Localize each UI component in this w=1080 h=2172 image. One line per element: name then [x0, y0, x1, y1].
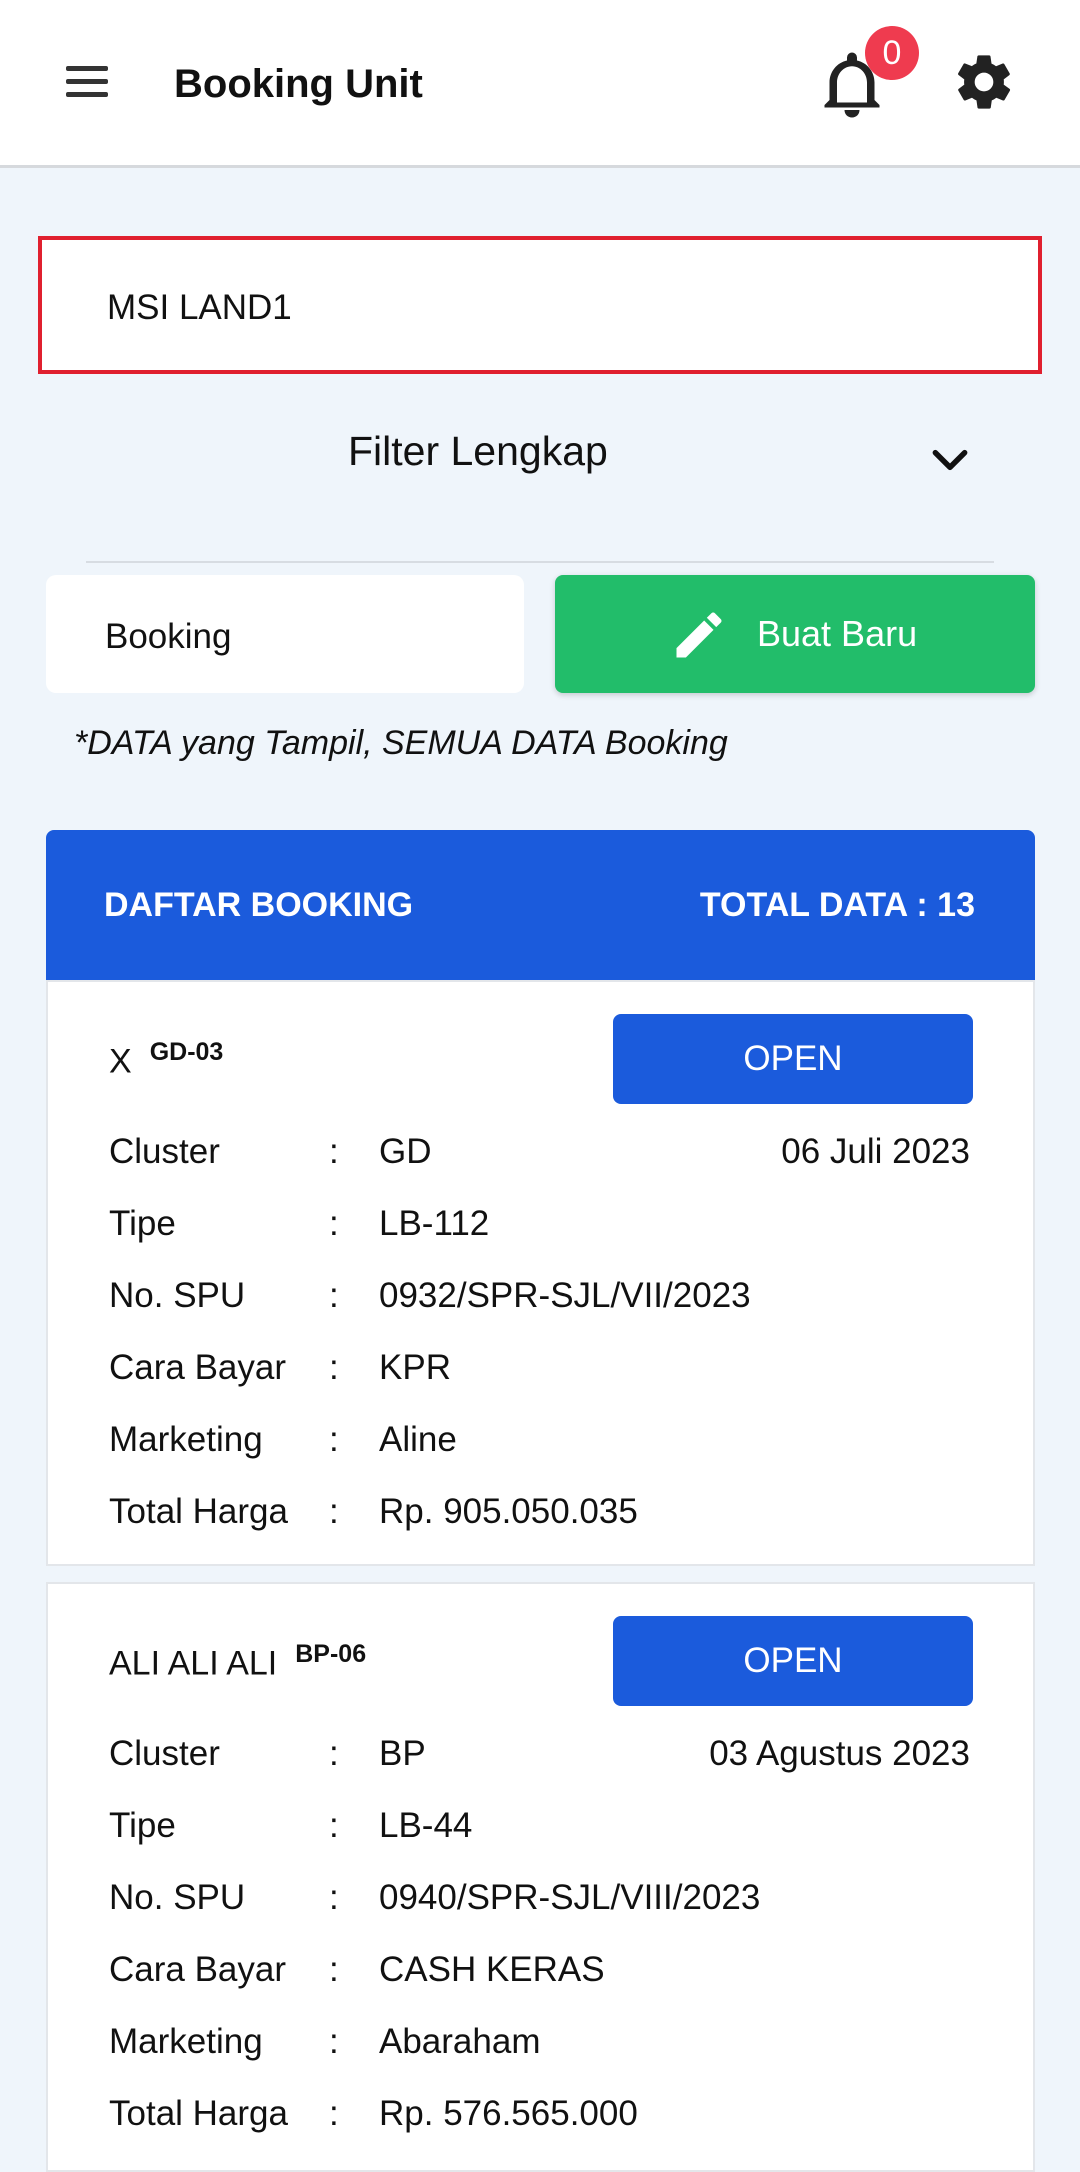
booking-customer-name: ALI ALI ALI BP-06: [109, 1640, 366, 1683]
tipe-label: Tipe: [109, 1204, 176, 1243]
colon: :: [329, 1950, 339, 1989]
filter-lengkap-toggle[interactable]: Filter Lengkap: [0, 410, 1080, 500]
unit-code: BP-06: [295, 1640, 367, 1668]
filter-label: Filter Lengkap: [348, 428, 608, 474]
cara-bayar-label: Cara Bayar: [109, 1950, 287, 1989]
total-data-count: TOTAL DATA : 13: [699, 886, 975, 924]
booking-card: X GD-03 OPEN Cluster : GD 06 Juli 2023 Ti…: [46, 980, 1035, 1566]
spu-row: No. SPU : 0940/SPR-SJL/VIII/2023: [109, 1878, 979, 1928]
colon: :: [329, 1806, 339, 1845]
tipe-label: Tipe: [109, 1806, 176, 1845]
booking-type-value: Booking: [105, 617, 232, 656]
marketing-label: Marketing: [109, 2022, 263, 2061]
total-harga-label: Total Harga: [109, 1492, 288, 1531]
booking-date: 06 Juli 2023: [781, 1132, 970, 1171]
booking-customer-name: X GD-03: [109, 1038, 223, 1081]
open-button[interactable]: OPEN: [613, 1014, 973, 1104]
cara-bayar-row: Cara Bayar : CASH KERAS: [109, 1950, 979, 2000]
spu-value: 0932/SPR-SJL/VII/2023: [379, 1276, 751, 1315]
unit-code: GD-03: [149, 1038, 224, 1066]
app-bar: Booking Unit 0: [0, 0, 1080, 168]
customer-name: X: [109, 1042, 132, 1081]
colon: :: [329, 1878, 339, 1917]
data-note: *DATA yang Tampil, SEMUA DATA Booking: [74, 724, 728, 762]
notification-count-badge: 0: [865, 26, 919, 80]
colon: :: [329, 1348, 339, 1387]
colon: :: [329, 1492, 339, 1531]
buat-baru-button[interactable]: Buat Baru: [555, 575, 1035, 693]
page-title: Booking Unit: [174, 62, 423, 106]
total-harga-value: Rp. 576.565.000: [379, 2094, 638, 2133]
customer-name: ALI ALI ALI: [109, 1644, 278, 1683]
colon: :: [329, 1132, 339, 1171]
colon: :: [329, 1420, 339, 1459]
project-selector-field[interactable]: MSI LAND1: [38, 236, 1042, 374]
booking-card: ALI ALI ALI BP-06 OPEN Cluster : BP 03 Ag…: [46, 1582, 1035, 2172]
marketing-row: Marketing : Aline: [109, 1420, 979, 1470]
tipe-row: Tipe : LB-44: [109, 1806, 979, 1856]
settings-gear-icon[interactable]: [952, 50, 1016, 114]
buat-baru-label: Buat Baru: [757, 613, 918, 654]
colon: :: [329, 2094, 339, 2133]
cluster-label: Cluster: [109, 1132, 220, 1171]
hamburger-menu-icon[interactable]: [66, 66, 108, 98]
spu-label: No. SPU: [109, 1276, 246, 1315]
marketing-label: Marketing: [109, 1420, 263, 1459]
booking-date: 03 Agustus 2023: [709, 1734, 970, 1773]
cluster-value: BP: [379, 1734, 426, 1773]
cluster-label: Cluster: [109, 1734, 220, 1773]
colon: :: [329, 1734, 339, 1773]
cara-bayar-label: Cara Bayar: [109, 1348, 287, 1387]
tipe-value: LB-112: [379, 1204, 490, 1243]
list-title: DAFTAR BOOKING: [104, 886, 414, 924]
cluster-value: GD: [379, 1132, 432, 1171]
colon: :: [329, 1204, 339, 1243]
booking-type-select[interactable]: Booking: [46, 575, 524, 693]
divider: [86, 561, 994, 563]
spu-label: No. SPU: [109, 1878, 246, 1917]
cara-bayar-value: KPR: [379, 1348, 451, 1387]
tipe-row: Tipe : LB-112: [109, 1204, 979, 1254]
pencil-icon: [676, 612, 722, 658]
total-harga-row: Total Harga : Rp. 905.050.035: [109, 1492, 979, 1542]
spu-value: 0940/SPR-SJL/VIII/2023: [379, 1878, 761, 1917]
marketing-value: Abaraham: [379, 2022, 541, 2061]
colon: :: [329, 2022, 339, 2061]
colon: :: [329, 1276, 339, 1315]
marketing-value: Aline: [379, 1420, 457, 1459]
cara-bayar-row: Cara Bayar : KPR: [109, 1348, 979, 1398]
marketing-row: Marketing : Abaraham: [109, 2022, 979, 2072]
total-harga-value: Rp. 905.050.035: [379, 1492, 638, 1531]
total-harga-row: Total Harga : Rp. 576.565.000: [109, 2094, 979, 2144]
cara-bayar-value: CASH KERAS: [379, 1950, 605, 1989]
chevron-down-icon: [932, 449, 968, 471]
spu-row: No. SPU : 0932/SPR-SJL/VII/2023: [109, 1276, 979, 1326]
list-header: DAFTAR BOOKING TOTAL DATA : 13: [46, 830, 1035, 980]
open-button[interactable]: OPEN: [613, 1616, 973, 1706]
total-harga-label: Total Harga: [109, 2094, 288, 2133]
tipe-value: LB-44: [379, 1806, 473, 1845]
project-selector-value: MSI LAND1: [107, 288, 292, 327]
